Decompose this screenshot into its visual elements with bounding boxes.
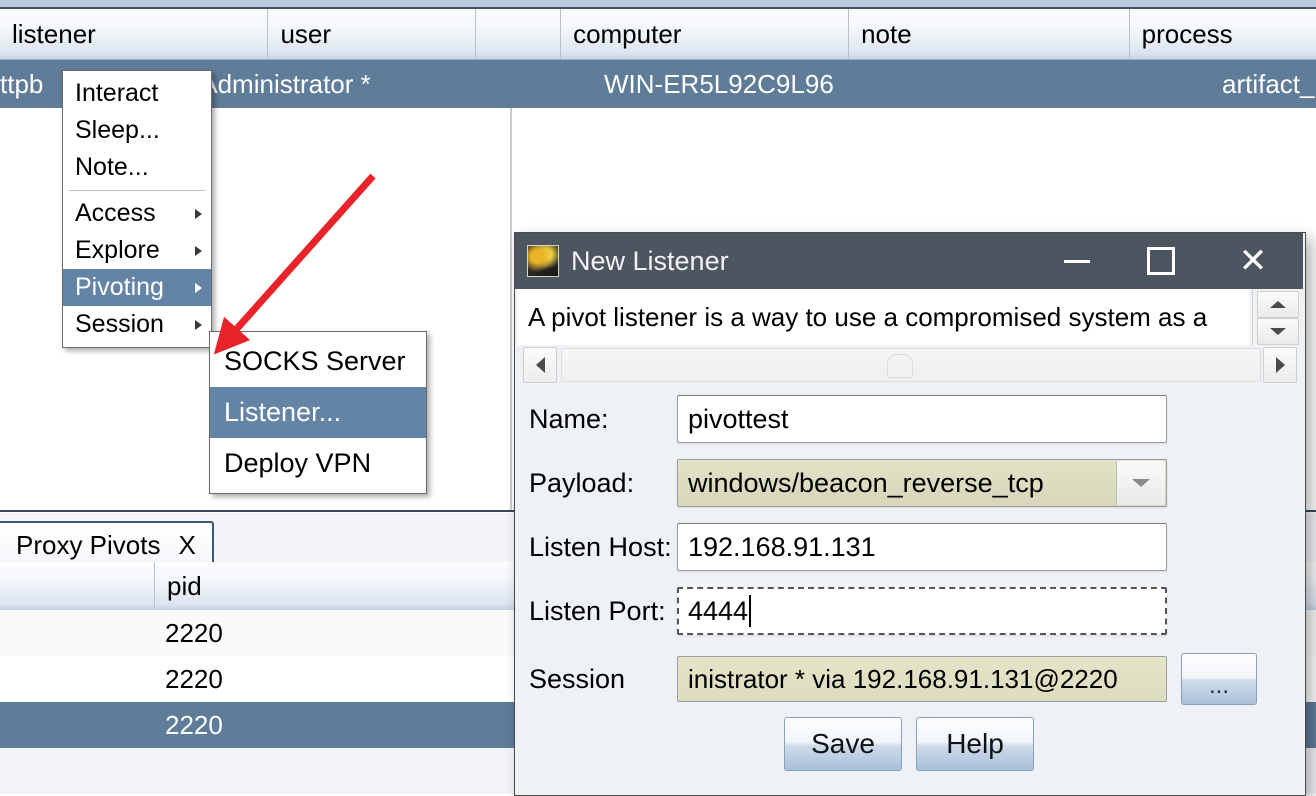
listener-form: Name: pivottest Payload: windows/beacon_… xyxy=(515,385,1303,793)
column-header-listener[interactable]: listener xyxy=(0,9,269,59)
column-header-computer[interactable]: computer xyxy=(561,9,850,59)
menu-item-interact[interactable]: Interact xyxy=(63,75,211,112)
submenu-item-socks-server[interactable]: SOCKS Server xyxy=(210,336,426,387)
menu-item-label: Explore xyxy=(75,236,160,264)
payload-selected-value: windows/beacon_reverse_tcp xyxy=(688,467,1044,498)
dialog-button-bar: Save Help xyxy=(515,717,1303,771)
scroll-left-icon[interactable] xyxy=(523,347,557,383)
column-header-note[interactable]: note xyxy=(849,9,1130,59)
form-row-listen-port: Listen Port: 4444 xyxy=(515,587,1303,635)
scroll-right-icon[interactable] xyxy=(1263,347,1297,383)
chevron-right-icon xyxy=(195,282,202,293)
submenu-item-deploy-vpn[interactable]: Deploy VPN xyxy=(210,438,426,489)
menu-item-label: Interact xyxy=(75,79,159,107)
text-caret xyxy=(749,595,752,627)
menu-item-label: Sleep... xyxy=(75,116,160,144)
menu-separator xyxy=(69,190,205,191)
menu-item-sleep[interactable]: Sleep... xyxy=(63,112,211,149)
menu-item-access[interactable]: Access xyxy=(63,195,211,232)
menu-item-session[interactable]: Session xyxy=(63,306,211,343)
cell-spacer xyxy=(509,60,604,108)
dialog-footer xyxy=(515,773,1303,795)
menu-item-label: Access xyxy=(75,199,156,227)
listen-host-input[interactable]: 192.168.91.131 xyxy=(677,523,1167,571)
column-header-user[interactable]: user xyxy=(268,9,477,59)
listen-host-label: Listen Host: xyxy=(529,531,672,562)
menu-item-pivoting[interactable]: Pivoting xyxy=(63,269,211,306)
menu-item-label: Session xyxy=(75,310,164,338)
scroll-up-icon[interactable] xyxy=(1257,291,1299,318)
description-vertical-scrollbar[interactable] xyxy=(1252,289,1303,345)
form-row-payload: Payload: windows/beacon_reverse_tcp xyxy=(515,459,1303,507)
payload-select[interactable]: windows/beacon_reverse_tcp xyxy=(677,459,1167,507)
submenu-item-listener[interactable]: Listener... xyxy=(210,387,426,438)
chevron-right-icon xyxy=(195,208,202,219)
tab-label: Proxy Pivots xyxy=(16,530,161,560)
pivot-cell-pid: 2220 xyxy=(165,617,223,648)
pivoting-submenu: SOCKS Server Listener... Deploy VPN xyxy=(209,331,427,494)
listen-port-value: 4444 xyxy=(688,595,749,626)
session-label: Session xyxy=(529,663,626,694)
chevron-right-icon xyxy=(195,245,202,256)
close-icon[interactable]: ✕ xyxy=(1223,233,1283,289)
menu-item-label: Pivoting xyxy=(75,273,164,301)
cell-process: artifact_ xyxy=(1222,68,1315,99)
listen-port-label: Listen Port: xyxy=(529,595,666,626)
close-icon[interactable]: X xyxy=(179,530,196,561)
scrollbar-track[interactable] xyxy=(561,348,1261,382)
menu-item-note[interactable]: Note... xyxy=(63,149,211,186)
sessions-table-header: listener user computer note process xyxy=(0,9,1316,60)
cell-computer: WIN-ER5L92C9L96 xyxy=(604,68,834,99)
form-row-session: Session inistrator * via 192.168.91.131@… xyxy=(515,653,1303,705)
payload-label: Payload: xyxy=(529,467,635,498)
context-menu: Interact Sleep... Note... Access Explore… xyxy=(62,70,212,348)
submenu-item-label: Listener... xyxy=(224,397,342,427)
tab-proxy-pivots[interactable]: Proxy Pivots X xyxy=(0,521,214,568)
menu-item-explore[interactable]: Explore xyxy=(63,232,211,269)
dialog-description-text: A pivot listener is a way to use a compr… xyxy=(528,301,1208,332)
save-button[interactable]: Save xyxy=(784,717,902,771)
listen-port-input[interactable]: 4444 xyxy=(677,587,1167,635)
pivot-cell-pid: 2220 xyxy=(165,663,223,694)
dialog-title: New Listener xyxy=(571,245,729,276)
session-value-field[interactable]: inistrator * via 192.168.91.131@2220 xyxy=(677,656,1167,702)
new-listener-dialog: New Listener ✕ A pivot listener is a way… xyxy=(514,232,1306,796)
session-browse-button[interactable]: ... xyxy=(1181,653,1257,705)
form-row-name: Name: pivottest xyxy=(515,395,1303,443)
chevron-right-icon xyxy=(195,319,202,330)
scroll-down-icon[interactable] xyxy=(1257,318,1299,345)
form-row-listen-host: Listen Host: 192.168.91.131 xyxy=(515,523,1303,571)
description-horizontal-scrollbar[interactable] xyxy=(517,345,1303,383)
cell-listener: ttpb xyxy=(0,68,44,99)
dialog-description-area: A pivot listener is a way to use a compr… xyxy=(517,289,1249,345)
chevron-down-icon[interactable] xyxy=(1116,461,1165,505)
column-divider xyxy=(510,108,512,512)
maximize-icon[interactable] xyxy=(1131,233,1191,289)
scrollbar-thumb[interactable] xyxy=(887,354,913,378)
dialog-title-bar[interactable]: New Listener ✕ xyxy=(515,233,1303,289)
submenu-item-label: Deploy VPN xyxy=(224,448,372,478)
submenu-item-label: SOCKS Server xyxy=(224,346,406,376)
cell-note xyxy=(1009,60,1222,108)
cobaltstrike-app-icon xyxy=(527,245,559,277)
column-header-spacer xyxy=(476,9,562,59)
minimize-icon[interactable] xyxy=(1047,233,1107,289)
menu-item-label: Note... xyxy=(75,153,149,181)
name-input[interactable]: pivottest xyxy=(677,395,1167,443)
pivot-cell-pid: 2220 xyxy=(165,709,223,740)
column-header-process[interactable]: process xyxy=(1130,9,1316,59)
pivot-column-header-blank[interactable] xyxy=(0,562,155,610)
name-label: Name: xyxy=(529,403,609,434)
help-button[interactable]: Help xyxy=(916,717,1034,771)
